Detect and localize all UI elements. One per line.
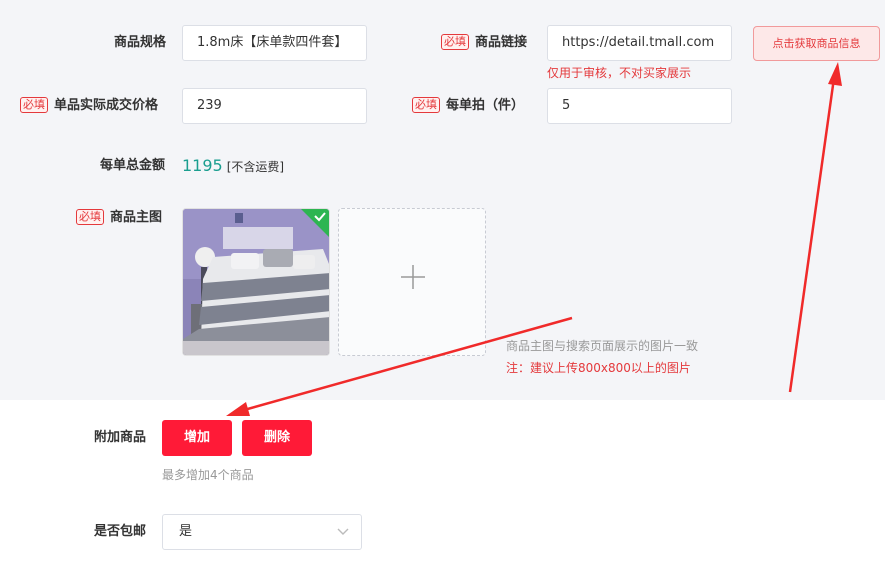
fetch-product-info-button[interactable]: 点击获取商品信息: [753, 26, 880, 61]
price-label: 必填 单品实际成交价格: [20, 88, 158, 124]
product-form-page: 商品规格 1.8m床【床单款四件套】 必填 商品链接 https://detail…: [0, 0, 885, 573]
add-product-button[interactable]: 增加: [162, 420, 232, 456]
required-badge: 必填: [76, 208, 104, 225]
product-main-image[interactable]: [182, 208, 330, 356]
free-shipping-select[interactable]: 是: [162, 514, 362, 550]
extra-products-label: 附加商品: [94, 430, 147, 445]
image-note: 商品主图与搜索页面展示的图片一致: [506, 339, 699, 353]
total-label: 每单总金额: [100, 158, 166, 173]
required-badge: 必填: [441, 33, 469, 50]
qty-input[interactable]: 5: [547, 88, 732, 124]
extra-products-hint: 最多增加4个商品: [162, 468, 254, 482]
link-label: 必填 商品链接: [441, 25, 527, 61]
total-unit: [不含运费]: [226, 160, 285, 174]
main-image-label: 必填 商品主图: [76, 208, 162, 228]
uploaded-check-icon: [301, 209, 329, 237]
spec-input[interactable]: 1.8m床【床单款四件套】: [182, 25, 367, 61]
link-note: 仅用于审核，不对买家展示: [547, 66, 692, 80]
required-badge: 必填: [20, 96, 48, 113]
free-shipping-value: 是: [179, 524, 193, 539]
total-value: 1195: [182, 156, 223, 175]
free-shipping-label: 是否包邮: [94, 524, 147, 539]
link-input[interactable]: https://detail.tmall.com: [547, 25, 732, 61]
chevron-down-icon: [337, 528, 349, 535]
price-input[interactable]: 239: [182, 88, 367, 124]
image-size-note: 注：建议上传800x800以上的图片: [506, 361, 691, 375]
spec-label: 商品规格: [114, 35, 167, 50]
required-badge: 必填: [412, 96, 440, 113]
delete-product-button[interactable]: 删除: [242, 420, 312, 456]
plus-icon: [401, 265, 425, 289]
total-amount: 1195 [不含运费]: [182, 148, 284, 184]
arrow-head-left: [226, 402, 250, 416]
qty-label: 必填 每单拍（件）: [412, 88, 524, 124]
upload-image-button[interactable]: [338, 208, 486, 356]
